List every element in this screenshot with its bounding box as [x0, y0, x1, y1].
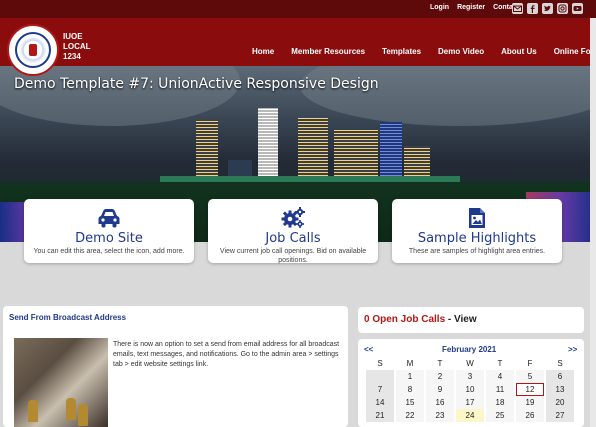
calendar-week-row: 7 8 9 10 11 12 13 [366, 383, 576, 396]
calendar-weekday: S [377, 359, 383, 368]
firefighters-photo [14, 338, 108, 427]
calendar-week-row: 21 22 23 24 25 26 27 [366, 409, 576, 422]
calendar-day[interactable]: 10 [456, 383, 484, 396]
logo-seal [15, 32, 51, 68]
calendar-day[interactable]: 26 [516, 409, 544, 422]
card-description: You can edit this area, select the icon,… [33, 248, 185, 255]
calendar-weekday: W [466, 359, 474, 368]
top-bar: Login Register Contact [0, 0, 596, 18]
calendar-week-row: 123456 [366, 370, 576, 383]
calendar-weekday: M [406, 359, 414, 368]
union-logo[interactable] [7, 24, 59, 76]
calendar-day[interactable]: 14 [366, 396, 394, 409]
card-description: These are samples of highlight area entr… [408, 248, 546, 255]
calendar-month: February 2021 [442, 345, 497, 354]
calendar-day[interactable]: 16 [426, 396, 454, 409]
view-link[interactable]: View [454, 314, 477, 325]
calendar-day[interactable]: 13 [546, 383, 574, 396]
firefighter-figure [66, 398, 76, 420]
calendar-day[interactable]: 2 [426, 370, 454, 383]
calendar-day[interactable]: 19 [516, 396, 544, 409]
card-title: Sample Highlights [417, 231, 537, 246]
login-link[interactable]: Login [430, 4, 449, 11]
broadcast-title[interactable]: Send From Broadcast Address [9, 313, 126, 322]
job-calls-separator: - [445, 314, 455, 325]
calendar-day[interactable]: 4 [486, 370, 514, 383]
calendar-day[interactable]: 9 [426, 383, 454, 396]
top-links: Login Register Contact [430, 4, 519, 11]
open-job-calls-count[interactable]: 0 Open Job Calls [364, 314, 445, 325]
register-link[interactable]: Register [457, 4, 485, 11]
calendar-day[interactable]: 21 [366, 409, 394, 422]
nav-item-home[interactable]: Home [252, 47, 274, 56]
hero-title: Demo Template #7: UnionActive Responsive… [14, 76, 379, 92]
calendar-day[interactable]: 24 [456, 409, 484, 422]
calendar-day[interactable]: 12 [516, 383, 544, 396]
sky-cloud [300, 66, 596, 126]
calendar-day[interactable]: 23 [426, 409, 454, 422]
main-nav: Home Member Resources Templates Demo Vid… [252, 47, 596, 56]
calendar-week-row: 14 15 16 17 18 19 20 [366, 396, 576, 409]
calendar-day[interactable]: 15 [396, 396, 424, 409]
card-title: Job Calls [265, 231, 321, 246]
firefighter-figure [78, 404, 88, 426]
nav-item-member-resources[interactable]: Member Resources [291, 47, 365, 56]
instagram-icon[interactable] [557, 3, 568, 14]
nav-item-about-us[interactable]: About Us [501, 47, 537, 56]
card-description: View current job call openings. Bid on a… [219, 248, 367, 264]
calendar-day[interactable]: 27 [546, 409, 574, 422]
card-demo-site[interactable]: Demo Site You can edit this area, select… [24, 199, 194, 263]
prev-month-button[interactable]: << [364, 345, 373, 354]
social-icons [512, 3, 583, 14]
youtube-icon[interactable] [572, 3, 583, 14]
calendar-day[interactable]: 7 [366, 383, 394, 396]
card-title: Demo Site [75, 231, 143, 246]
calendar-weekday-row: SMTWTFS [366, 357, 576, 370]
firefighter-figure [28, 400, 38, 422]
calendar-day[interactable]: 8 [396, 383, 424, 396]
next-month-button[interactable]: >> [568, 345, 577, 354]
calendar-weekday: F [527, 359, 533, 368]
email-icon[interactable] [512, 3, 523, 14]
calendar-day[interactable]: 6 [546, 370, 574, 383]
calendar-day[interactable]: 18 [486, 396, 514, 409]
calendar-day[interactable]: 25 [486, 409, 514, 422]
broadcast-body: There is now an option to set a send fro… [113, 341, 340, 368]
card-sample-highlights[interactable]: Sample Highlights These are samples of h… [392, 199, 562, 263]
brand-line: IUOE [63, 32, 83, 41]
gears-icon [281, 207, 305, 228]
facebook-icon[interactable] [527, 3, 538, 14]
calendar-day[interactable]: 5 [516, 370, 544, 383]
car-icon [98, 209, 120, 228]
calendar-weekday: T [497, 359, 503, 368]
nav-item-demo-video[interactable]: Demo Video [438, 47, 484, 56]
calendar-day[interactable]: 3 [456, 370, 484, 383]
calendar-day[interactable]: 11 [486, 383, 514, 396]
brand-name[interactable]: IUOE LOCAL 1234 [63, 32, 91, 62]
brand-line: LOCAL [63, 42, 91, 51]
calendar-day[interactable]: 1 [396, 370, 424, 383]
job-calls-heading: 0 Open Job Calls - View [364, 314, 477, 325]
calendar-weekday: T [437, 359, 443, 368]
calendar-grid: S M T W T F S 1 2 3 4 5 6 7 8 9 10 11 12 13 14 15 16 17 18 19 20 21… [366, 357, 576, 422]
nav-item-templates[interactable]: Templates [382, 47, 421, 56]
calendar-day [366, 370, 394, 383]
calendar-weekday: S [557, 359, 563, 368]
card-job-calls[interactable]: Job Calls View current job call openings… [208, 199, 378, 264]
brand-line: 1234 [63, 52, 81, 61]
image-icon [469, 208, 485, 228]
calendar-day[interactable]: 20 [546, 396, 574, 409]
page-scrollbar[interactable] [590, 18, 596, 427]
calendar-day[interactable]: 22 [396, 409, 424, 422]
twitter-icon[interactable] [542, 3, 553, 14]
calendar-day[interactable]: 17 [456, 396, 484, 409]
